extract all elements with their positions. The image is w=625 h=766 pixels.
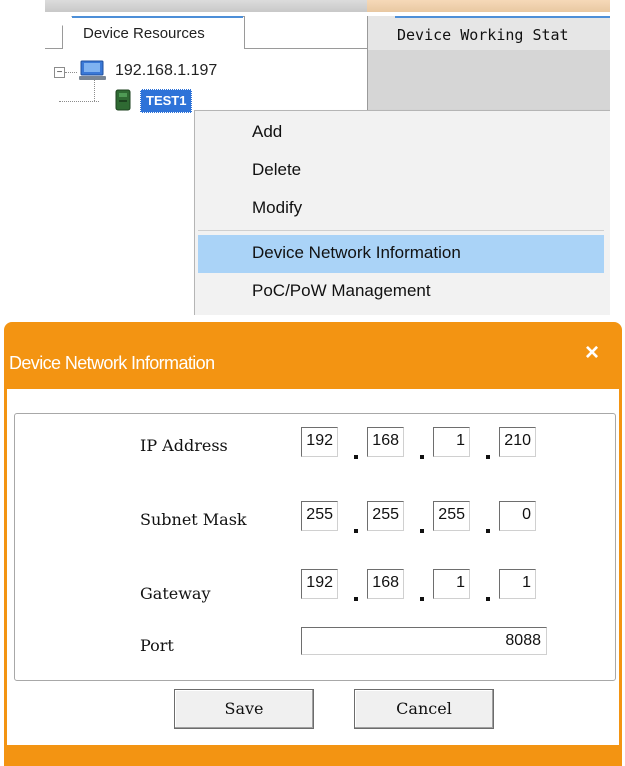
- subnet-octet-3-field[interactable]: 255: [433, 501, 470, 531]
- ip-dot-separator: [354, 455, 358, 459]
- device-network-information-dialog: Device Network Information × IP Address …: [4, 322, 622, 766]
- menu-item-add[interactable]: Add: [195, 114, 605, 152]
- menu-item-label: PoC/PoW Management: [252, 281, 431, 300]
- gateway-octet-3-field[interactable]: 1: [433, 569, 470, 599]
- ip-octet-1-field[interactable]: 192: [301, 427, 338, 457]
- menu-item-label: Delete: [252, 160, 302, 179]
- tab-working-label[interactable]: Device Working Stat: [397, 26, 569, 44]
- context-menu: Add Delete Modify Device Network Informa…: [194, 110, 610, 315]
- ip-octet-4-field[interactable]: 210: [499, 427, 536, 457]
- menu-item-device-network-information[interactable]: Device Network Information: [198, 235, 604, 273]
- computer-icon: [79, 60, 106, 80]
- device-icon: [115, 89, 131, 111]
- tab-resources-accent: [72, 16, 243, 18]
- subnet-dot-separator: [486, 529, 490, 533]
- gateway-dot-separator: [420, 597, 424, 601]
- gateway-octet-1-field[interactable]: 192: [301, 569, 338, 599]
- menu-item-label: Device Network Information: [252, 243, 461, 262]
- gateway-octet-2-field[interactable]: 168: [367, 569, 404, 599]
- menu-separator: [198, 230, 604, 231]
- close-icon[interactable]: ×: [579, 340, 605, 366]
- port-field[interactable]: 8088: [301, 627, 547, 655]
- ip-octet-2-field[interactable]: 168: [367, 427, 404, 457]
- device-manager-panel: Device Working Stat Device Resources − 1…: [45, 0, 610, 315]
- subnet-dot-separator: [354, 529, 358, 533]
- tree-connector: [94, 80, 95, 101]
- subnet-octet-1-field[interactable]: 255: [301, 501, 338, 531]
- ip-dot-separator: [486, 455, 490, 459]
- subnet-octet-2-field[interactable]: 255: [367, 501, 404, 531]
- menu-item-modify[interactable]: Modify: [195, 190, 605, 228]
- gateway-dot-separator: [486, 597, 490, 601]
- dialog-bottom-border: [4, 745, 622, 766]
- ip-octet-3-field[interactable]: 1: [433, 427, 470, 457]
- tree-node-host[interactable]: 192.168.1.197: [115, 62, 217, 80]
- tree-collapse-icon[interactable]: −: [54, 67, 65, 78]
- tree-node-device-selected[interactable]: TEST1: [140, 89, 193, 113]
- ip-dot-separator: [420, 455, 424, 459]
- tab-resources-label[interactable]: Device Resources: [83, 25, 205, 42]
- subnet-octet-4-field[interactable]: 0: [499, 501, 536, 531]
- subnet-dot-separator: [420, 529, 424, 533]
- dialog-title: Device Network Information: [9, 353, 215, 373]
- menu-item-label: Modify: [252, 198, 303, 217]
- menu-item-poc-pow-management[interactable]: PoC/PoW Management: [195, 273, 605, 311]
- port-label: Port: [140, 636, 174, 655]
- window-strip-accent: [367, 0, 610, 12]
- gateway-label: Gateway: [140, 584, 211, 603]
- cancel-button[interactable]: Cancel: [354, 689, 494, 729]
- gateway-octet-4-field[interactable]: 1: [499, 569, 536, 599]
- menu-item-delete[interactable]: Delete: [195, 152, 605, 190]
- save-button[interactable]: Save: [174, 689, 314, 729]
- gateway-dot-separator: [354, 597, 358, 601]
- tab-working-accent: [395, 16, 610, 18]
- tree-connector: [65, 72, 77, 73]
- tree-connector: [59, 101, 99, 102]
- ip-address-label: IP Address: [140, 436, 228, 455]
- subnet-mask-label: Subnet Mask: [140, 510, 247, 529]
- menu-item-label: Add: [252, 122, 283, 141]
